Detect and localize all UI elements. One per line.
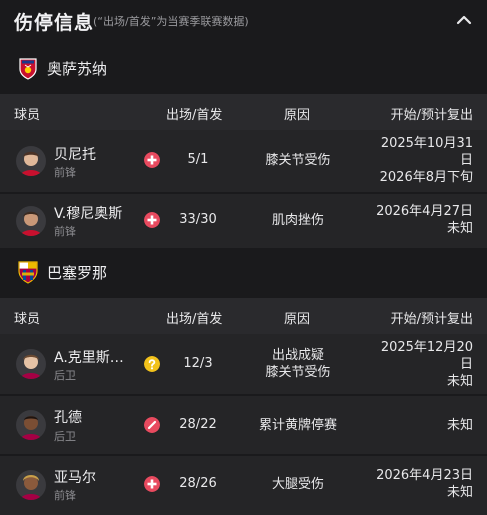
reason-status: 出战成疑	[271, 348, 324, 363]
date-start: 2025年10月31	[380, 136, 473, 151]
player-position: 后卫	[54, 430, 76, 443]
injury-dates: 2025年10月31 日 2026年8月下旬	[353, 135, 473, 186]
suspension-card-icon	[144, 417, 160, 433]
player-position: 前锋	[54, 489, 76, 502]
player-row[interactable]: V.穆尼奥斯 前锋 33/30 肌肉挫伤 2026年4月27日 未知	[0, 194, 487, 248]
injury-reason: 肌肉挫伤	[271, 213, 324, 228]
player-name: 孔德	[54, 410, 82, 426]
panel-subtitle: (“出场/首发”为当赛季联赛数据)	[93, 15, 249, 28]
player-apps: 28/22	[179, 417, 217, 432]
date-return: 未知	[446, 221, 473, 236]
date-start: 2026年4月23日	[376, 468, 473, 483]
player-name: A.克里斯…	[54, 350, 124, 366]
column-apps: 出场/首发	[166, 312, 223, 327]
collapse-chevron-icon[interactable]	[455, 12, 473, 28]
column-player: 球员	[14, 108, 41, 123]
player-name: V.穆尼奥斯	[54, 206, 123, 222]
player-position: 前锋	[54, 225, 76, 238]
player-apps: 28/26	[179, 476, 217, 491]
injury-dates: 未知	[353, 417, 473, 434]
date-start-cont: 日	[459, 357, 473, 372]
osasuna-logo-icon	[19, 58, 37, 80]
date-start: 2025年12月20	[380, 340, 473, 355]
date-return: 未知	[446, 374, 473, 389]
column-header-row: 球员 出场/首发 原因 开始/预计复出	[0, 298, 487, 334]
injury-reason: 大腿受伤	[271, 477, 324, 492]
barcelona-logo-icon	[18, 261, 38, 284]
injury-dates: 2025年12月20 日 未知	[353, 339, 473, 390]
player-avatar	[16, 146, 46, 176]
injury-reason: 累计黄牌停赛	[258, 418, 337, 433]
column-reason: 原因	[284, 312, 311, 327]
column-player: 球员	[14, 312, 41, 327]
date-return: 未知	[446, 485, 473, 500]
date-start-cont: 日	[459, 153, 473, 168]
player-row[interactable]: 贝尼托 前锋 5/1 膝关节受伤 2025年10月31 日 2026年8月下旬	[0, 130, 487, 192]
injury-cross-icon	[144, 152, 160, 168]
team-header-osasuna: 奥萨苏纳	[0, 47, 487, 89]
date-return: 2026年8月下旬	[379, 170, 473, 185]
column-apps: 出场/首发	[166, 108, 223, 123]
date-return: 未知	[446, 418, 473, 433]
injury-dates: 2026年4月27日 未知	[353, 203, 473, 237]
panel-title: 伤停信息	[14, 12, 95, 34]
column-dates: 开始/预计复出	[390, 108, 473, 123]
player-apps: 5/1	[187, 152, 209, 167]
injury-cross-icon	[144, 476, 160, 492]
player-avatar	[16, 206, 46, 236]
team-header-barcelona: 巴塞罗那	[0, 251, 487, 293]
team-name: 巴塞罗那	[47, 264, 108, 282]
player-row[interactable]: 亚马尔 前锋 28/26 大腿受伤 2026年4月23日 未知	[0, 456, 487, 515]
doubtful-question-icon	[144, 356, 160, 372]
player-position: 前锋	[54, 166, 76, 179]
column-reason: 原因	[284, 108, 311, 123]
column-dates: 开始/预计复出	[390, 312, 473, 327]
injury-reason: 膝关节受伤	[265, 153, 331, 168]
player-row[interactable]: 孔德 后卫 28/22 累计黄牌停赛 未知	[0, 396, 487, 454]
player-apps: 33/30	[179, 212, 217, 227]
date-start: 2026年4月27日	[376, 204, 473, 219]
injury-panel-header: 伤停信息 (“出场/首发”为当赛季联赛数据)	[0, 0, 487, 44]
injury-dates: 2026年4月23日 未知	[353, 467, 473, 501]
team-name: 奥萨苏纳	[47, 60, 108, 78]
player-name: 贝尼托	[54, 147, 96, 163]
player-name: 亚马尔	[54, 470, 96, 486]
injury-reason: 出战成疑 膝关节受伤	[246, 347, 350, 381]
player-position: 后卫	[54, 369, 76, 382]
player-avatar	[16, 470, 46, 500]
column-header-row: 球员 出场/首发 原因 开始/预计复出	[0, 94, 487, 130]
player-avatar	[16, 349, 46, 379]
player-apps: 12/3	[183, 356, 213, 371]
reason-detail: 膝关节受伤	[265, 365, 331, 380]
player-row[interactable]: A.克里斯… 后卫 12/3 出战成疑 膝关节受伤 2025年12月20 日 未…	[0, 334, 487, 394]
player-avatar	[16, 410, 46, 440]
injury-cross-icon	[144, 212, 160, 228]
